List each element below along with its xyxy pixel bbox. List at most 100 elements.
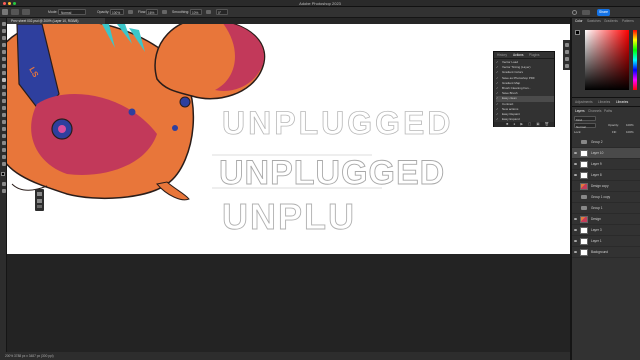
flow-value: 16%: [148, 11, 155, 15]
lasso-tool-icon[interactable]: [1, 36, 6, 40]
layer-row[interactable]: Layer 1: [572, 236, 640, 247]
brush-size-icon[interactable]: [37, 192, 42, 196]
frame-tool-icon[interactable]: [1, 57, 6, 61]
layer-name: Group 1 copy: [591, 195, 611, 199]
artwork: LS UNPLUGGED UNPLUGGED UNPLU: [7, 24, 453, 237]
actions-panel-icon[interactable]: [564, 50, 569, 54]
move-tool-icon[interactable]: [1, 22, 6, 26]
visibility-eye-icon[interactable]: [574, 251, 577, 253]
visibility-eye-icon[interactable]: [574, 240, 577, 242]
shape-tool-icon[interactable]: [1, 148, 6, 152]
tab-paths[interactable]: Paths: [604, 109, 612, 113]
layer-row[interactable]: Design: [572, 214, 640, 225]
blend-mode-select[interactable]: Normal: [574, 123, 596, 129]
screen-mode-icon[interactable]: [1, 189, 6, 193]
pressure-opacity-icon[interactable]: [128, 10, 133, 14]
layer-row[interactable]: Layer 8: [572, 170, 640, 181]
workspace-switcher-icon[interactable]: [582, 10, 590, 15]
properties-panel-icon[interactable]: [564, 57, 569, 61]
tab-adjustments[interactable]: Adjustments: [575, 100, 593, 104]
fill-value[interactable]: 100%: [626, 130, 634, 134]
mode-select[interactable]: Normal: [58, 9, 86, 15]
body-spot: [128, 108, 136, 116]
layer-row[interactable]: Layer 9: [572, 159, 640, 170]
tab-libraries[interactable]: Libraries: [598, 100, 610, 104]
layer-row[interactable]: Background: [572, 247, 640, 258]
path-selection-tool-icon[interactable]: [1, 141, 6, 145]
layer-row[interactable]: Group 1 copy: [572, 192, 640, 203]
clone-stamp-tool-icon[interactable]: [1, 85, 6, 89]
tab-patterns[interactable]: Patterns: [622, 19, 634, 23]
layer-name: Layer 8: [591, 173, 602, 177]
history-brush-tool-icon[interactable]: [1, 92, 6, 96]
layer-row[interactable]: Group 2: [572, 137, 640, 148]
smoothing-field[interactable]: 10%: [190, 9, 202, 15]
type-tool-icon[interactable]: [1, 134, 6, 138]
hue-slider[interactable]: [633, 30, 637, 90]
healing-brush-tool-icon[interactable]: [1, 71, 6, 75]
tab-libraries-active[interactable]: Libraries: [616, 100, 628, 104]
blur-tool-icon[interactable]: [1, 113, 6, 117]
zoom-tool-icon[interactable]: [1, 162, 6, 166]
quick-mask-icon[interactable]: [1, 182, 6, 186]
layer-opacity-value[interactable]: 100%: [626, 123, 634, 127]
brush-settings-icon[interactable]: [37, 199, 42, 203]
home-icon[interactable]: [2, 9, 8, 15]
opacity-field[interactable]: 100%: [110, 9, 124, 15]
brush-settings-panel-icon[interactable]: [564, 64, 569, 68]
foreground-color-swatch[interactable]: [1, 172, 5, 176]
tab-actions[interactable]: Actions: [513, 53, 523, 57]
tab-color[interactable]: Color: [575, 19, 583, 23]
tab-channels[interactable]: Channels: [588, 109, 601, 113]
svg-text:UNPLUGGED: UNPLUGGED: [219, 154, 445, 192]
options-bar: Mode: Normal Opacity: 100% Flow: 16% Smo…: [0, 7, 640, 18]
airbrush-icon[interactable]: [162, 10, 167, 14]
visibility-eye-icon[interactable]: [574, 229, 577, 231]
gradient-tool-icon[interactable]: [1, 106, 6, 110]
contextual-task-bar[interactable]: [35, 189, 44, 211]
search-icon[interactable]: [572, 10, 577, 15]
flow-field[interactable]: 16%: [146, 9, 158, 15]
layer-filter-kind[interactable]: Kind: [574, 116, 596, 122]
visibility-eye-icon[interactable]: [574, 163, 577, 165]
brush-tool-icon[interactable]: [11, 9, 19, 15]
eyedropper-tool-icon[interactable]: [1, 64, 6, 68]
tab-swatches[interactable]: Swatches: [587, 19, 601, 23]
layer-thumbnail: [580, 172, 588, 179]
svg-text:UNPLUGGED: UNPLUGGED: [222, 105, 453, 141]
pen-tool-icon[interactable]: [1, 127, 6, 131]
pasteboard: [7, 254, 570, 352]
crop-tool-icon[interactable]: [1, 50, 6, 54]
angle-field[interactable]: 0°: [216, 9, 228, 15]
tab-history[interactable]: History: [497, 53, 507, 57]
kind-label: Kind: [576, 118, 583, 122]
layer-row[interactable]: Group 1: [572, 203, 640, 214]
marquee-tool-icon[interactable]: [1, 29, 6, 33]
eraser-tool-icon[interactable]: [1, 99, 6, 103]
visibility-eye-icon[interactable]: [574, 174, 577, 176]
layer-row[interactable]: Layer 10: [572, 148, 640, 159]
dodge-tool-icon[interactable]: [1, 120, 6, 124]
foreground-swatch[interactable]: [575, 30, 580, 35]
tab-plugins[interactable]: Plugins: [529, 53, 539, 57]
tab-layers[interactable]: Layers: [575, 109, 585, 113]
more-options-icon[interactable]: [37, 205, 42, 208]
quick-select-tool-icon[interactable]: [1, 43, 6, 47]
layer-row[interactable]: Design copy: [572, 181, 640, 192]
smoothing-value: 10%: [192, 11, 199, 15]
smoothing-options-gear-icon[interactable]: [206, 10, 211, 14]
history-panel-icon[interactable]: [564, 43, 569, 47]
action-item-label: Easy Expand: [502, 117, 520, 122]
brush-tool-active-icon[interactable]: [1, 78, 6, 82]
share-button[interactable]: Share: [597, 9, 610, 16]
layer-row[interactable]: Layer 3: [572, 225, 640, 236]
tab-gradients[interactable]: Gradients: [604, 19, 618, 23]
visibility-eye-icon[interactable]: [574, 152, 577, 154]
brush-preset-picker[interactable]: [22, 9, 30, 15]
hand-tool-icon[interactable]: [1, 155, 6, 159]
visibility-eye-icon[interactable]: [574, 218, 577, 220]
document-canvas[interactable]: LS UNPLUGGED UNPLUGGED UNPLU: [7, 24, 570, 254]
actions-footer-icons[interactable]: ■ ● ▶ ▢ ▣ 🗑: [494, 122, 554, 127]
color-picker-field[interactable]: [585, 30, 629, 90]
action-item-label: Gradient Map: [502, 80, 521, 85]
